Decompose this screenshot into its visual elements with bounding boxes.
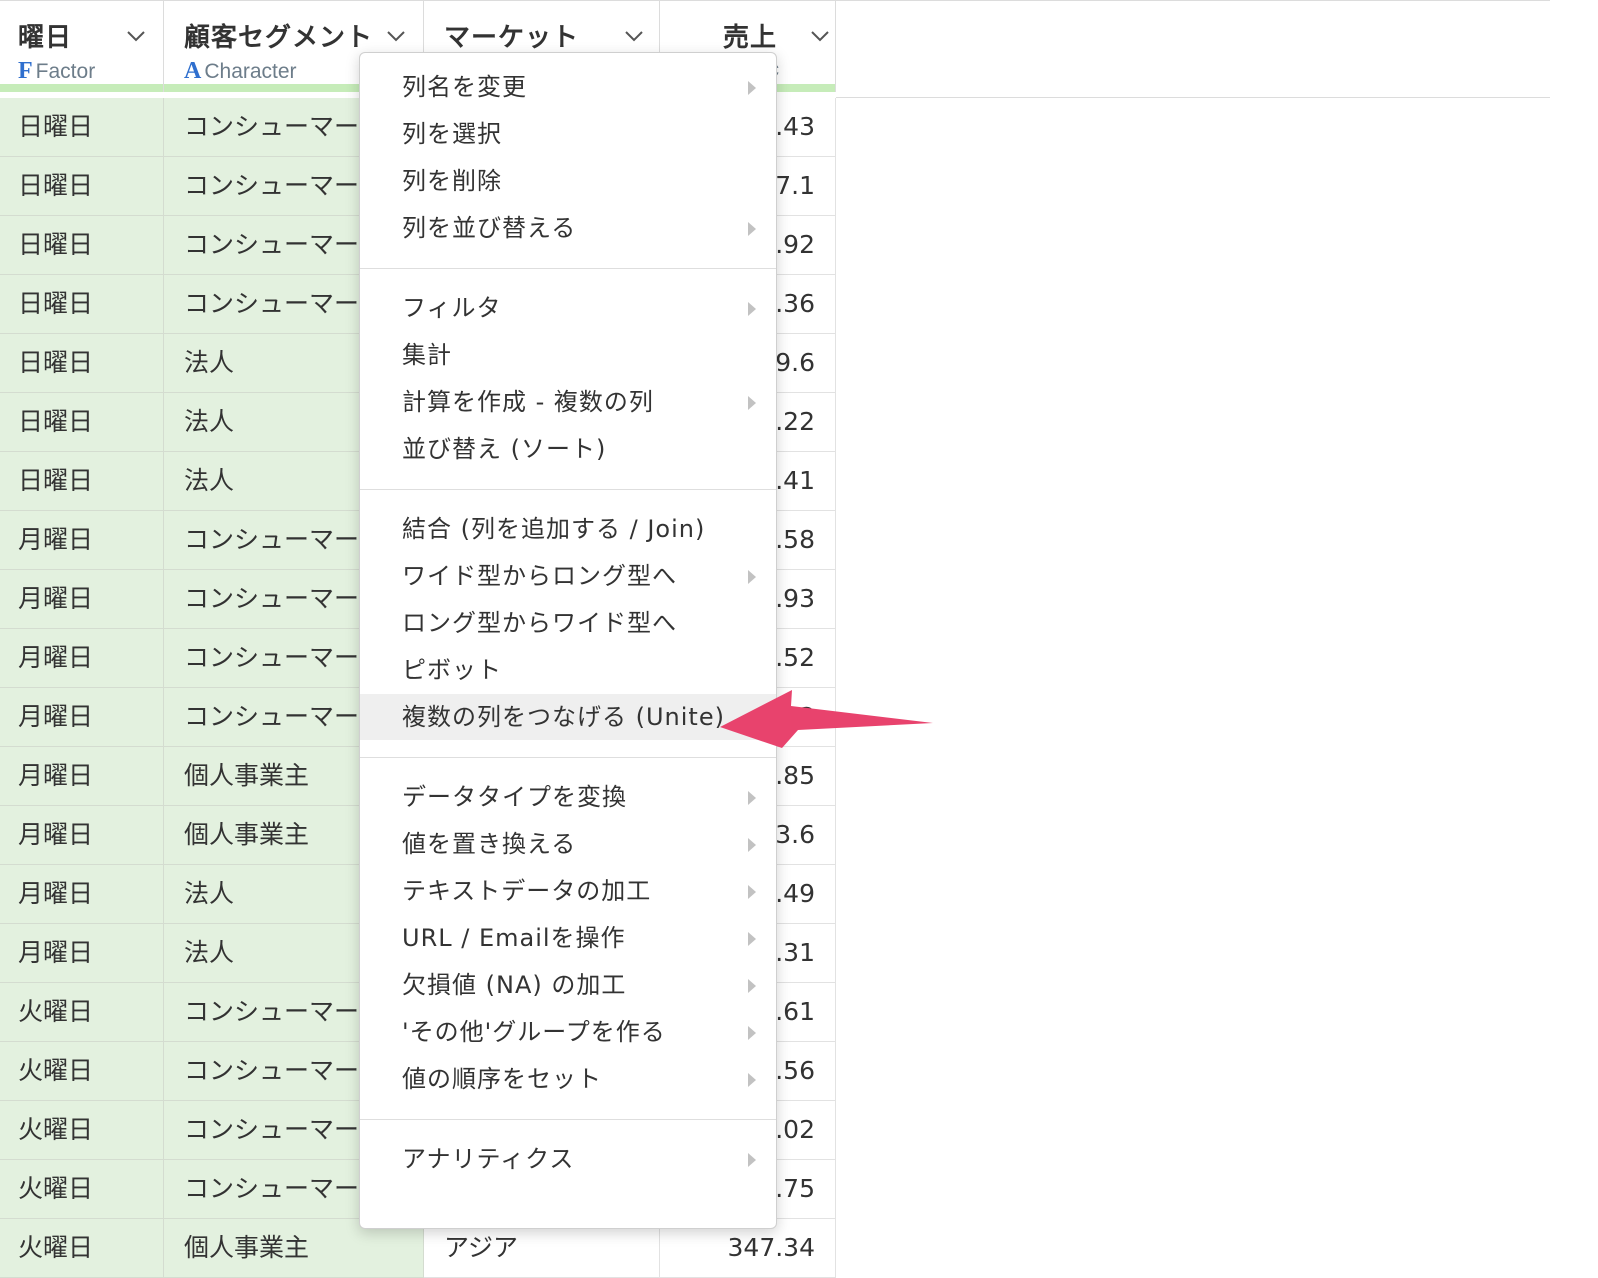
submenu-arrow-icon [748, 222, 756, 236]
weekday-cell[interactable]: 月曜日 [0, 747, 164, 806]
menu-item-label: 計算を作成 - 複数の列 [402, 388, 654, 416]
weekday-cell[interactable]: 月曜日 [0, 865, 164, 924]
menu-separator [360, 489, 776, 490]
menu-item-label: 列を削除 [402, 167, 502, 195]
menu-item[interactable]: 値を置き換える [360, 821, 776, 867]
weekday-cell[interactable]: 日曜日 [0, 157, 164, 216]
menu-item-label: 複数の列をつなげる (Unite) [402, 703, 725, 731]
menu-item[interactable]: アナリティクス [360, 1136, 776, 1182]
menu-item[interactable]: 'その他'グループを作る [360, 1009, 776, 1055]
menu-item-label: 値を置き換える [402, 830, 577, 858]
menu-item-label: 欠損値 (NA) の加工 [402, 971, 627, 999]
menu-item-label: 列を選択 [402, 120, 502, 148]
menu-item[interactable]: ワイド型からロング型へ [360, 553, 776, 599]
menu-item[interactable]: 列名を変更 [360, 64, 776, 110]
menu-item[interactable]: 並び替え (ソート) [360, 426, 776, 472]
weekday-cell[interactable]: 月曜日 [0, 511, 164, 570]
weekday-cell[interactable]: 月曜日 [0, 806, 164, 865]
menu-item[interactable]: ピボット [360, 647, 776, 693]
submenu-arrow-icon [748, 1026, 756, 1040]
menu-separator [360, 268, 776, 269]
weekday-cell[interactable]: 日曜日 [0, 216, 164, 275]
factor-type-icon: F [18, 58, 33, 84]
column-header-weekday[interactable]: 曜日 F Factor [0, 0, 164, 92]
chevron-down-icon[interactable] [624, 29, 643, 43]
menu-item-label: ロング型からワイド型へ [402, 609, 677, 637]
menu-item[interactable]: 列を並び替える [360, 205, 776, 251]
submenu-arrow-icon [748, 302, 756, 316]
submenu-arrow-icon [748, 932, 756, 946]
chevron-down-icon[interactable] [810, 29, 829, 43]
menu-item-label: ワイド型からロング型へ [402, 562, 677, 590]
weekday-cell[interactable]: 日曜日 [0, 275, 164, 334]
menu-item[interactable]: 計算を作成 - 複数の列 [360, 379, 776, 425]
weekday-cell[interactable]: 火曜日 [0, 1219, 164, 1278]
weekday-cell[interactable]: 日曜日 [0, 98, 164, 157]
weekday-cell[interactable]: 火曜日 [0, 1101, 164, 1160]
menu-separator [360, 1119, 776, 1120]
submenu-arrow-icon [748, 570, 756, 584]
menu-item-label: 結合 (列を追加する / Join) [402, 515, 706, 543]
column-type-label: Factor [35, 60, 96, 83]
grid-top-border [836, 0, 1550, 1]
menu-item-label: データタイプを変換 [402, 783, 627, 811]
weekday-cell[interactable]: 日曜日 [0, 334, 164, 393]
weekday-cell[interactable]: 日曜日 [0, 393, 164, 452]
menu-item[interactable]: 列を選択 [360, 111, 776, 157]
pointer-arrow-icon [720, 690, 933, 748]
menu-item-label: アナリティクス [402, 1145, 575, 1173]
column-type: A Character [184, 58, 297, 85]
menu-item[interactable]: 値の順序をセット [360, 1056, 776, 1102]
menu-separator [360, 757, 776, 758]
column-type: F Factor [18, 58, 95, 85]
submenu-arrow-icon [748, 885, 756, 899]
menu-item-label: 'その他'グループを作る [402, 1018, 666, 1046]
weekday-cell[interactable]: 月曜日 [0, 570, 164, 629]
menu-item-label: 列名を変更 [402, 73, 527, 101]
menu-item[interactable]: 集計 [360, 332, 776, 378]
header-bottom-border [836, 97, 1550, 98]
menu-item[interactable]: テキストデータの加工 [360, 868, 776, 914]
weekday-cell[interactable]: 火曜日 [0, 983, 164, 1042]
weekday-cell[interactable]: 月曜日 [0, 629, 164, 688]
column-name: 曜日 [18, 23, 73, 53]
column-name: 顧客セグメント [184, 23, 374, 53]
menu-item-label: フィルタ [402, 294, 502, 322]
menu-item-label: 値の順序をセット [402, 1065, 602, 1093]
weekday-cell[interactable]: 火曜日 [0, 1160, 164, 1219]
menu-item[interactable]: URL / Emailを操作 [360, 915, 776, 961]
column-type-label: Character [204, 60, 297, 83]
menu-item-label: ピボット [402, 656, 502, 684]
submenu-arrow-icon [748, 1073, 756, 1087]
menu-item-label: URL / Emailを操作 [402, 924, 626, 952]
menu-item-label: 列を並び替える [402, 214, 577, 242]
submenu-arrow-icon [748, 791, 756, 805]
chevron-down-icon[interactable] [126, 29, 145, 43]
column-name: 売上 [722, 23, 777, 53]
chevron-down-icon[interactable] [386, 29, 405, 43]
weekday-cell[interactable]: 月曜日 [0, 688, 164, 747]
character-type-icon: A [184, 58, 202, 84]
column-name: マーケット [444, 23, 580, 53]
menu-item[interactable]: 欠損値 (NA) の加工 [360, 962, 776, 1008]
menu-item[interactable]: 結合 (列を追加する / Join) [360, 506, 776, 552]
submenu-arrow-icon [748, 396, 756, 410]
menu-item[interactable]: ロング型からワイド型へ [360, 600, 776, 646]
menu-item[interactable]: 複数の列をつなげる (Unite) [360, 694, 776, 740]
column-quality-bar [0, 84, 163, 92]
weekday-cell[interactable]: 日曜日 [0, 452, 164, 511]
submenu-arrow-icon [748, 81, 756, 95]
submenu-arrow-icon [748, 838, 756, 852]
menu-item-label: 集計 [402, 341, 452, 369]
menu-item-label: テキストデータの加工 [402, 877, 652, 905]
weekday-cell[interactable]: 火曜日 [0, 1042, 164, 1101]
submenu-arrow-icon [748, 979, 756, 993]
menu-item[interactable]: 列を削除 [360, 158, 776, 204]
weekday-cell[interactable]: 月曜日 [0, 924, 164, 983]
column-context-menu: 列名を変更列を選択列を削除列を並び替える フィルタ集計計算を作成 - 複数の列 並び… [359, 52, 777, 1229]
menu-item[interactable]: フィルタ [360, 285, 776, 331]
submenu-arrow-icon [748, 1153, 756, 1167]
menu-item[interactable]: データタイプを変換 [360, 774, 776, 820]
menu-item-label: 並び替え (ソート) [402, 435, 607, 463]
